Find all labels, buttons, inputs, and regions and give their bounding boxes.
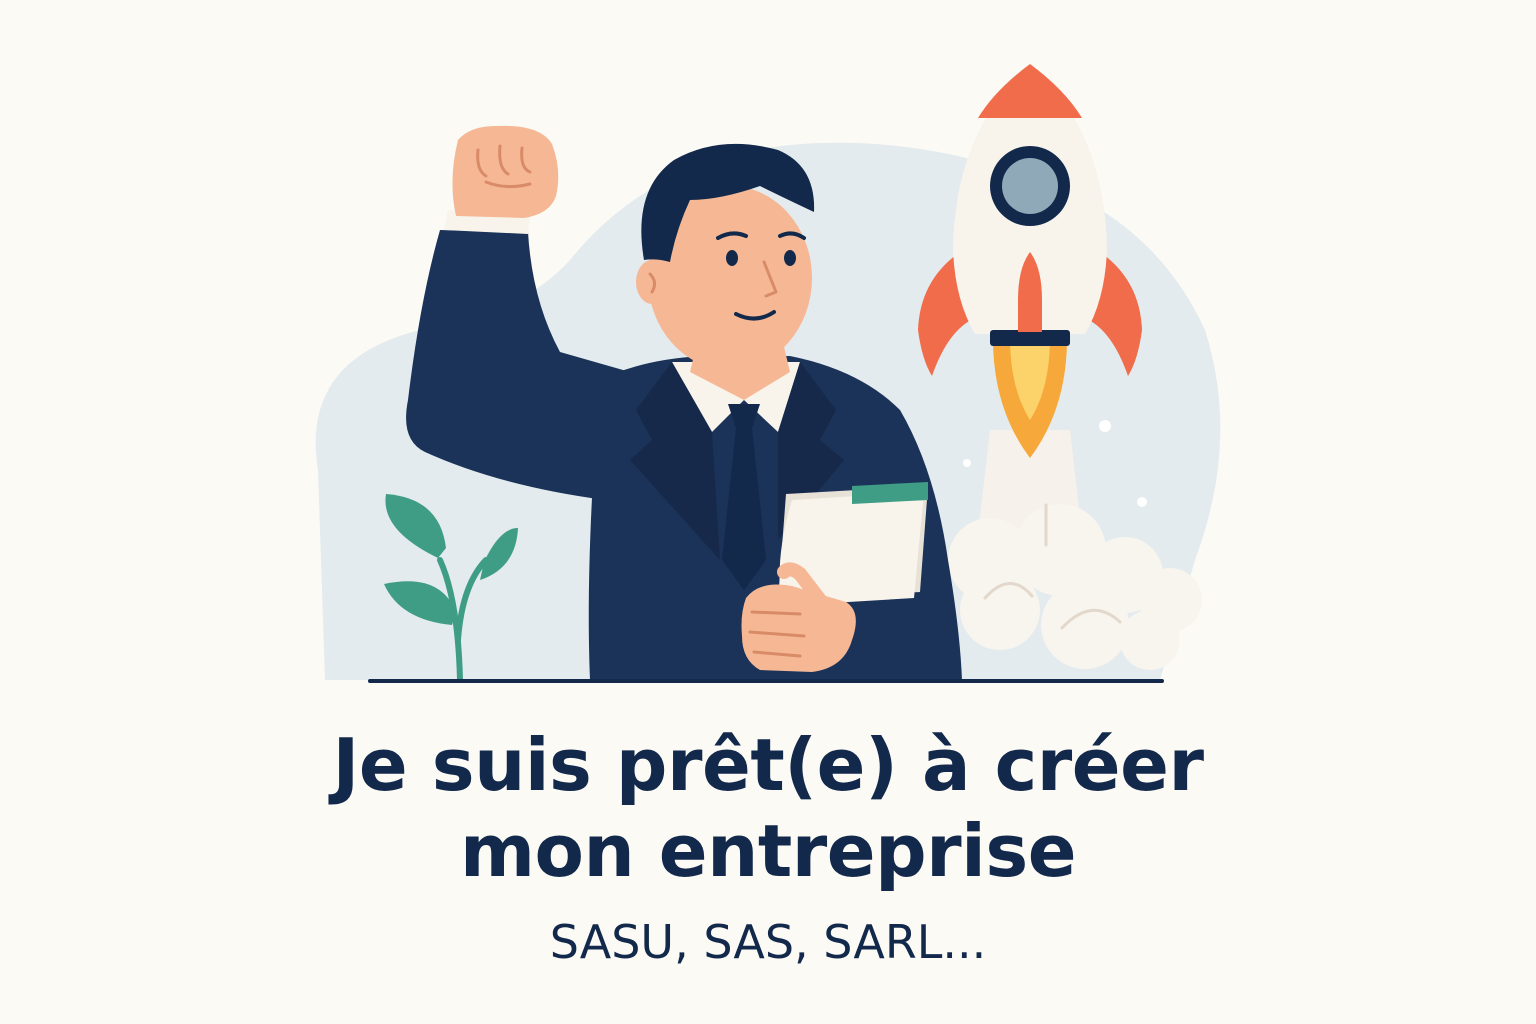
hero-illustration [315,64,1221,683]
document-icon [778,482,928,606]
headline-line-1: Je suis prêt(e) à créer [332,723,1204,807]
headline-line-2: mon entreprise [459,809,1077,893]
headline: Je suis prêt(e) à créer mon entreprise [0,722,1536,894]
subtitle: SASU, SAS, SARL... [549,915,987,969]
page: Je suis prêt(e) à créer mon entreprise S… [0,0,1536,1024]
